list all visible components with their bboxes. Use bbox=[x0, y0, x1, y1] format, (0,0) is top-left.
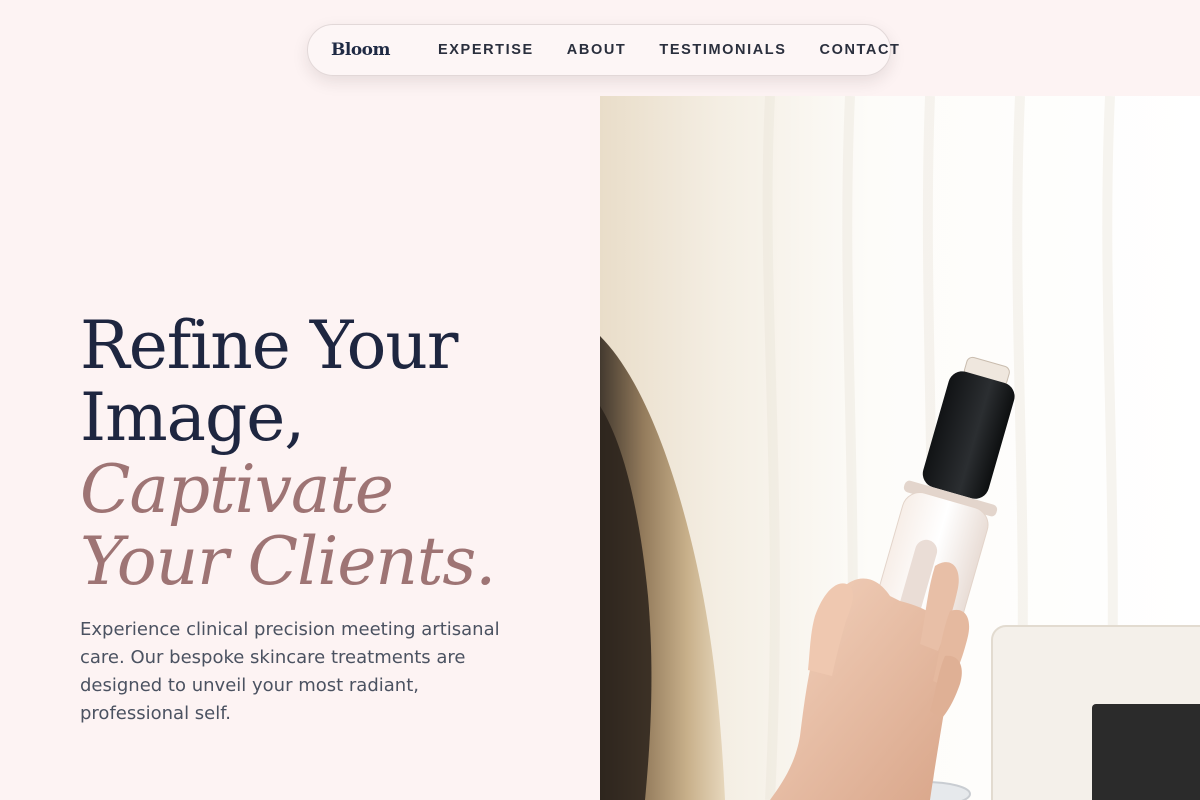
nav-link-contact[interactable]: CONTACT bbox=[820, 42, 901, 58]
nav-links: EXPERTISE ABOUT TESTIMONIALS CONTACT bbox=[438, 42, 901, 58]
top-navigation: Bloom EXPERTISE ABOUT TESTIMONIALS CONTA… bbox=[307, 24, 899, 76]
hero-subtitle: Experience clinical precision meeting ar… bbox=[80, 619, 500, 724]
landing-page: Bloom EXPERTISE ABOUT TESTIMONIALS CONTA… bbox=[0, 0, 1200, 800]
nav-link-testimonials[interactable]: TESTIMONIALS bbox=[659, 42, 786, 58]
hero-text: Refine Your Image, Captivate Your Client… bbox=[80, 310, 560, 728]
brand-logo[interactable]: Bloom bbox=[331, 40, 391, 60]
headline-accent-line-1: Captivate bbox=[80, 451, 394, 528]
headline-line-2: Image, bbox=[80, 379, 305, 456]
hero-image bbox=[600, 96, 1200, 800]
headline-accent-line-2: Your Clients. bbox=[80, 523, 496, 600]
hero-headline: Refine Your Image, Captivate Your Client… bbox=[80, 310, 560, 598]
nav-link-about[interactable]: ABOUT bbox=[567, 42, 627, 58]
hero-illustration bbox=[600, 96, 1200, 800]
nav-link-expertise[interactable]: EXPERTISE bbox=[438, 42, 534, 58]
headline-line-1: Refine Your bbox=[80, 307, 458, 384]
